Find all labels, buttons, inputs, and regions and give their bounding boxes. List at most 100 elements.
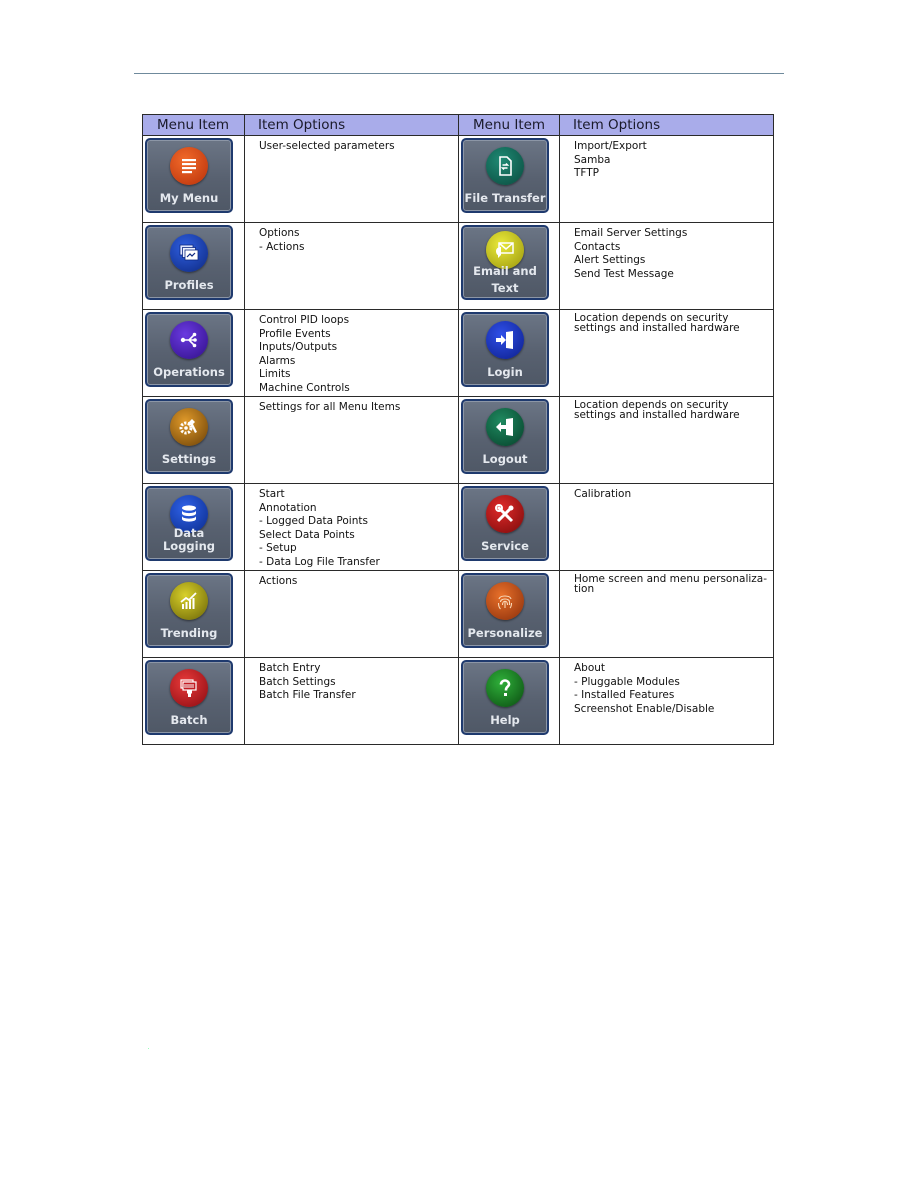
header-rule: [134, 73, 784, 74]
option-line: Batch Entry: [259, 662, 321, 674]
option-line: - Installed Features: [574, 689, 675, 702]
tile-label: Trending: [160, 626, 218, 640]
data-logging-tile[interactable]: Data Logging: [145, 486, 233, 561]
table-row: Batch Batch Entry Batch Settings Batch F…: [142, 657, 774, 745]
option-line: Calibration: [574, 488, 632, 500]
service-tile[interactable]: Service: [461, 486, 549, 561]
option-line: Alarms: [259, 354, 296, 367]
option-line: Start: [259, 488, 285, 500]
option-line: TFTP: [574, 167, 600, 180]
tile-label: Batch: [170, 713, 208, 727]
logout-icon: [486, 408, 524, 446]
option-line: Limits: [259, 368, 291, 381]
operations-tile[interactable]: Operations: [145, 312, 233, 387]
option-line: Location depends on security settings an…: [574, 399, 740, 421]
option-line: Select Data Points: [259, 528, 355, 541]
header-menu-item-left: Menu Item: [142, 114, 245, 136]
option-line: User-selected parameters: [259, 140, 395, 152]
login-icon: [486, 321, 524, 359]
batch-icon: [170, 669, 208, 707]
option-line: Email Server Settings: [574, 227, 688, 239]
tile-label: Logout: [482, 452, 528, 466]
tile-label: Settings: [161, 452, 217, 466]
option-line: Contacts: [574, 240, 621, 253]
stray-mark: [148, 1048, 149, 1049]
options-cell: Home screen and menu personaliza-tion: [559, 570, 774, 658]
personalize-tile[interactable]: Personalize: [461, 573, 549, 648]
tile-label: Email and Text: [463, 263, 547, 297]
option-line: - Actions: [259, 240, 305, 253]
tile-label: Profiles: [164, 278, 214, 292]
menu-item-cell: Email and Text: [458, 222, 560, 310]
table-row: Operations Control PID loops Profile Eve…: [142, 309, 774, 397]
menu-item-cell: My Menu: [142, 135, 245, 223]
table-row: Trending Actions Personalize Home screen…: [142, 570, 774, 658]
option-line: Control PID loops: [259, 314, 350, 326]
batch-tile[interactable]: Batch: [145, 660, 233, 735]
menu-item-cell: Service: [458, 483, 560, 571]
menu-item-cell: Settings: [142, 396, 245, 484]
options-cell: Location depends on security settings an…: [559, 309, 774, 397]
table-row: Data Logging Start Annotation - Logged D…: [142, 483, 774, 571]
tile-label-line: Email and: [473, 264, 537, 278]
table-header-row: Menu Item Item Options Menu Item Item Op…: [142, 114, 774, 136]
settings-tile[interactable]: Settings: [145, 399, 233, 474]
menu-item-cell: Data Logging: [142, 483, 245, 571]
my-menu-tile[interactable]: My Menu: [145, 138, 233, 213]
option-line: Options: [259, 227, 300, 239]
list-icon: [170, 147, 208, 185]
profiles-icon: [170, 234, 208, 272]
option-line: - Logged Data Points: [259, 515, 368, 528]
menu-item-cell: File Transfer: [458, 135, 560, 223]
menu-item-cell: Logout: [458, 396, 560, 484]
login-tile[interactable]: Login: [461, 312, 549, 387]
options-cell: User-selected parameters: [244, 135, 459, 223]
option-line: Home screen and menu personaliza-tion: [574, 573, 768, 595]
menu-item-cell: Personalize: [458, 570, 560, 658]
option-line: Inputs/Outputs: [259, 341, 338, 354]
help-icon: [486, 669, 524, 707]
options-cell: Import/Export Samba TFTP: [559, 135, 774, 223]
options-cell: Start Annotation - Logged Data Points Se…: [244, 483, 459, 571]
tile-label: Service: [481, 539, 529, 553]
menu-item-cell: Help: [458, 657, 560, 745]
table-row: Profiles Options - Actions Email and Tex…: [142, 222, 774, 310]
menu-item-cell: Batch: [142, 657, 245, 745]
menu-item-cell: Operations: [142, 309, 245, 397]
settings-gears-icon: [170, 408, 208, 446]
options-cell: Options - Actions: [244, 222, 459, 310]
tile-label: My Menu: [159, 191, 219, 205]
operations-icon: [170, 321, 208, 359]
menu-items-table: Menu Item Item Options Menu Item Item Op…: [142, 114, 774, 745]
tile-label: File Transfer: [464, 191, 546, 205]
trending-tile[interactable]: Trending: [145, 573, 233, 648]
file-transfer-tile[interactable]: File Transfer: [461, 138, 549, 213]
options-cell: Batch Entry Batch Settings Batch File Tr…: [244, 657, 459, 745]
fingerprint-icon: [486, 582, 524, 620]
email-and-text-tile[interactable]: Email and Text: [461, 225, 549, 300]
options-cell: Calibration: [559, 483, 774, 571]
option-line: Settings for all Menu Items: [259, 401, 401, 413]
option-line: Profile Events: [259, 327, 331, 340]
tile-label: Personalize: [467, 626, 543, 640]
logout-tile[interactable]: Logout: [461, 399, 549, 474]
option-line: - Data Log File Transfer: [259, 555, 380, 568]
option-line: Alert Settings: [574, 254, 646, 267]
tile-label: Operations: [153, 365, 225, 379]
table-row: My Menu User-selected parameters File Tr…: [142, 135, 774, 223]
option-line: Import/Export: [574, 140, 647, 152]
service-tools-icon: [486, 495, 524, 533]
option-line: Batch Settings: [259, 675, 336, 688]
menu-item-cell: Profiles: [142, 222, 245, 310]
options-cell: Email Server Settings Contacts Alert Set…: [559, 222, 774, 310]
profiles-tile[interactable]: Profiles: [145, 225, 233, 300]
help-tile[interactable]: Help: [461, 660, 549, 735]
header-item-options-right: Item Options: [559, 114, 774, 136]
file-transfer-icon: [486, 147, 524, 185]
option-line: Send Test Message: [574, 267, 674, 280]
table-row: Settings Settings for all Menu Items Log…: [142, 396, 774, 484]
option-line: Annotation: [259, 501, 317, 514]
trending-chart-icon: [170, 582, 208, 620]
tile-label: Help: [490, 713, 520, 727]
option-line: Location depends on security settings an…: [574, 312, 740, 334]
